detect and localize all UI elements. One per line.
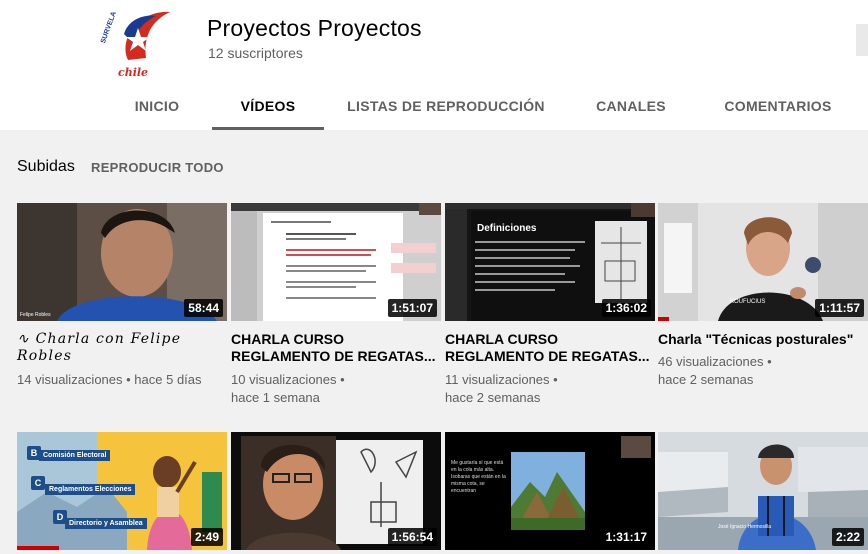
video-card-1[interactable]: Felipe Robles 58:44 ∿ Charla con Felipe …	[17, 203, 227, 403]
subscribe-button-edge[interactable]	[856, 24, 868, 56]
video-duration: 1:36:02	[601, 299, 651, 317]
channel-tabs: INICIO VÍDEOS LISTAS DE REPRODUCCIÓN CAN…	[0, 86, 868, 130]
video-thumbnail[interactable]: KOUFUCIUS 1:11:57	[658, 203, 868, 321]
tab-comentarios[interactable]: COMENTARIOS	[714, 86, 842, 130]
thumb-label: Reglamentos Elecciones	[45, 484, 136, 495]
video-card-6[interactable]: 1:56:54	[231, 432, 441, 550]
thumb-letter: C	[31, 476, 45, 490]
video-thumbnail[interactable]: Me gustaría sí que está en la cola más a…	[445, 432, 655, 550]
video-duration: 1:51:07	[387, 299, 437, 317]
video-thumbnail[interactable]: José Ignacio Hermosilla 2:22	[658, 432, 868, 550]
video-thumbnail[interactable]: Felipe Robles 58:44	[17, 203, 227, 321]
thumbnail-caption: José Ignacio Hermosilla	[718, 524, 772, 530]
channel-avatar[interactable]: SURVELA chile	[98, 0, 184, 82]
wave-icon: ∿	[17, 331, 30, 347]
tab-listas[interactable]: LISTAS DE REPRODUCCIÓN	[346, 86, 546, 130]
video-title[interactable]: ∿ Charla con Felipe Robles	[17, 331, 225, 365]
channel-header: SURVELA chile Proyectos Proyectos 12 sus…	[0, 0, 868, 130]
video-card-8[interactable]: José Ignacio Hermosilla 2:22	[658, 432, 868, 550]
thumbnail-heading: Definiciones	[477, 223, 537, 234]
video-card-3[interactable]: Definiciones 1:36:02 CHARLA CURSO REGLAM…	[445, 203, 655, 405]
video-thumbnail[interactable]: Definiciones 1:36:02	[445, 203, 655, 321]
video-meta: 10 visualizaciones • hace 1 semana	[231, 372, 345, 405]
thumbnail-caption: KOUFUCIUS	[730, 299, 766, 305]
video-thumbnail[interactable]: 1:56:54	[231, 432, 441, 550]
video-card-4[interactable]: KOUFUCIUS 1:11:57 Charla "Técnicas postu…	[658, 203, 868, 403]
video-meta: 46 visualizaciones • hace 2 semanas	[658, 354, 772, 387]
watch-progress-bar	[658, 317, 669, 321]
video-title[interactable]: Charla "Técnicas posturales"	[658, 331, 866, 348]
video-card-2[interactable]: 1:51:07 CHARLA CURSO REGLAMENTO DE REGAT…	[231, 203, 441, 405]
video-duration: 1:56:54	[387, 528, 437, 546]
video-thumbnail[interactable]: 1:51:07	[231, 203, 441, 321]
tab-videos[interactable]: VÍDEOS	[212, 86, 324, 130]
video-duration: 2:49	[190, 528, 223, 546]
section-title: Subidas	[17, 158, 75, 175]
video-duration: 1:11:57	[815, 299, 864, 317]
thumbnail-caption: Felipe Robles	[20, 312, 51, 318]
video-duration: 1:31:17	[601, 528, 651, 546]
tab-canales[interactable]: CANALES	[585, 86, 677, 130]
play-all-button[interactable]: REPRODUCIR TODO	[91, 160, 224, 175]
thumb-label: Comisión Electoral	[39, 450, 111, 461]
video-meta: 11 visualizaciones • hace 2 semanas	[445, 372, 558, 405]
video-card-5[interactable]: B Comisión Electoral C Reglamentos Elecc…	[17, 432, 227, 550]
video-duration: 2:22	[831, 528, 864, 546]
video-duration: 58:44	[184, 299, 223, 317]
survela-logo-icon: SURVELA chile	[100, 0, 182, 82]
watch-progress-bar	[17, 546, 59, 550]
thumb-label: Directorio y Asamblea	[65, 518, 147, 529]
video-title[interactable]: CHARLA CURSO REGLAMENTO DE REGATAS...	[445, 331, 653, 365]
video-thumbnail[interactable]: B Comisión Electoral C Reglamentos Elecc…	[17, 432, 227, 550]
video-title[interactable]: CHARLA CURSO REGLAMENTO DE REGATAS...	[231, 331, 439, 365]
video-meta: 14 visualizaciones • hace 5 días	[17, 372, 202, 387]
logo-text-bottom: chile	[118, 66, 148, 79]
tab-inicio[interactable]: INICIO	[120, 86, 194, 130]
channel-name: Proyectos Proyectos	[207, 15, 422, 41]
subscriber-count: 12 suscriptores	[208, 45, 303, 61]
video-card-7[interactable]: Me gustaría sí que está en la cola más a…	[445, 432, 655, 550]
thumbnail-text: Me gustaría sí que está en la cola más a…	[451, 460, 506, 494]
